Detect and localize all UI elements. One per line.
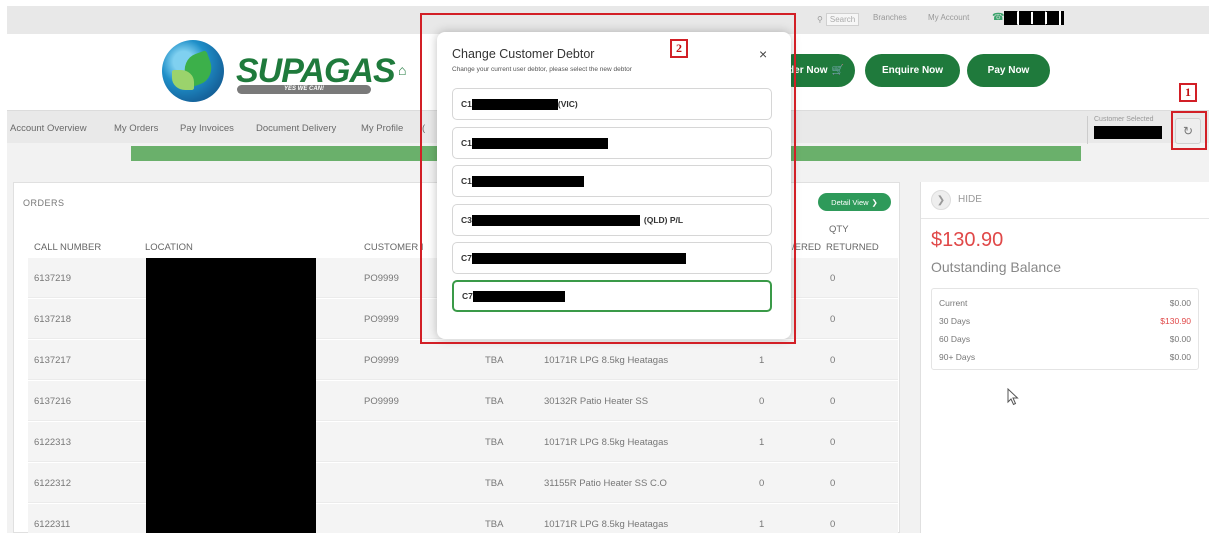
enquire-now-button[interactable]: Enquire Now	[865, 54, 960, 87]
redacted-customer	[1094, 126, 1162, 139]
call-number: 6122313	[34, 437, 71, 448]
annotation-box-refresh	[1171, 111, 1207, 150]
search-input[interactable]: Search	[825, 13, 860, 26]
aging-value: $0.00	[1169, 334, 1191, 344]
customer-po: PO9999	[364, 355, 399, 366]
qty-returned: 0	[830, 519, 836, 530]
aging-table: Current $0.00 30 Days $130.90 60 Days $0…	[931, 288, 1199, 370]
product: 30132R Patio Heater SS	[544, 396, 649, 407]
customer-po: PO9999	[364, 273, 399, 284]
aging-label: 30 Days	[939, 316, 971, 326]
account-summary-panel: ❯ HIDE $130.90 Outstanding Balance Curre…	[920, 182, 1209, 533]
delivery-date: TBA	[485, 519, 504, 530]
phone-icon: ☎	[992, 12, 1005, 23]
outstanding-balance-label: Outstanding Balance	[931, 259, 1061, 275]
qty-returned: 0	[830, 314, 836, 325]
nav-account-overview[interactable]: Account Overview	[10, 123, 87, 134]
qty-delivered: 1	[759, 519, 765, 530]
aging-label: 90+ Days	[939, 352, 976, 362]
call-number: 6137218	[34, 314, 71, 325]
qty-returned: 0	[830, 437, 836, 448]
aging-row: 60 Days $0.00	[939, 334, 1191, 344]
redacted-phone	[1004, 11, 1064, 25]
col-delivered[interactable]: /ERED	[792, 242, 821, 253]
chevron-right-icon[interactable]: ❯	[931, 190, 951, 210]
nav-document-delivery[interactable]: Document Delivery	[256, 123, 336, 134]
aging-row: Current $0.00	[939, 298, 1191, 308]
qty-delivered: 1	[759, 437, 765, 448]
qty-returned: 0	[830, 273, 836, 284]
brand-tagline: YES WE CAN!	[237, 85, 371, 94]
call-number: 6122312	[34, 478, 71, 489]
hide-panel-label[interactable]: HIDE	[958, 194, 982, 205]
divider	[921, 218, 1209, 219]
page: ⚲ Search Branches My Account ☎ SUPAGAS Y…	[7, 6, 1209, 533]
aging-value: $130.90	[1160, 316, 1191, 326]
annotation-box-modal	[420, 13, 796, 344]
home-icon[interactable]: ⌂	[398, 62, 406, 78]
aging-row: 30 Days $130.90	[939, 316, 1191, 326]
pay-now-button[interactable]: Pay Now	[967, 54, 1050, 87]
redacted-locations	[146, 258, 316, 533]
delivery-date: TBA	[485, 478, 504, 489]
call-number: 6137216	[34, 396, 71, 407]
qty-delivered: 0	[759, 478, 765, 489]
customer-po: PO9999	[364, 314, 399, 325]
qty-returned: 0	[830, 478, 836, 489]
qty-returned: 0	[830, 396, 836, 407]
detail-view-label: Detail View	[831, 197, 869, 207]
col-call-number[interactable]: CALL NUMBER	[34, 242, 101, 253]
nav-my-orders[interactable]: My Orders	[114, 123, 158, 134]
search-icon: ⚲	[817, 15, 823, 24]
call-number: 6122311	[34, 519, 71, 530]
delivery-date: TBA	[485, 437, 504, 448]
customer-selected-label: Customer Selected	[1094, 116, 1154, 123]
aging-label: 60 Days	[939, 334, 971, 344]
qty-delivered: 1	[759, 355, 765, 366]
my-account-link[interactable]: My Account	[928, 13, 969, 22]
detail-view-button[interactable]: Detail View ❯	[818, 193, 891, 211]
search-link[interactable]: ⚲ Search	[817, 13, 860, 26]
mouse-cursor-icon	[1007, 388, 1019, 406]
cart-icon: 🛒	[831, 65, 844, 76]
aging-value: $0.00	[1169, 352, 1191, 362]
product: 10171R LPG 8.5kg Heatagas	[544, 437, 669, 448]
col-qty: QTY	[829, 224, 849, 235]
customer-po: PO9999	[364, 396, 399, 407]
call-number: 6137217	[34, 355, 71, 366]
logo-globe-icon[interactable]	[162, 40, 224, 102]
col-location[interactable]: LOCATION	[145, 242, 193, 253]
col-customer[interactable]: CUSTOMER I	[364, 242, 423, 253]
outstanding-balance-amount: $130.90	[931, 229, 1004, 251]
orders-title: ORDERS	[23, 198, 65, 208]
delivery-date: TBA	[485, 396, 504, 407]
product: 10171R LPG 8.5kg Heatagas	[544, 519, 669, 530]
nav-my-profile[interactable]: My Profile	[361, 123, 403, 134]
annotation-label-1: 1	[1179, 83, 1197, 102]
customer-selected: Customer Selected	[1087, 116, 1167, 144]
product: 10171R LPG 8.5kg Heatagas	[544, 355, 669, 366]
chevron-right-icon: ❯	[871, 197, 878, 207]
annotation-label-2: 2	[670, 39, 688, 58]
aging-label: Current	[939, 298, 968, 308]
qty-delivered: 0	[759, 396, 765, 407]
branches-link[interactable]: Branches	[873, 13, 907, 22]
nav-pay-invoices[interactable]: Pay Invoices	[180, 123, 234, 134]
delivery-date: TBA	[485, 355, 504, 366]
aging-row: 90+ Days $0.00	[939, 352, 1191, 362]
qty-returned: 0	[830, 355, 836, 366]
product: 31155R Patio Heater SS C.O	[544, 478, 667, 489]
call-number: 6137219	[34, 273, 71, 284]
col-returned[interactable]: RETURNED	[826, 242, 879, 253]
aging-value: $0.00	[1169, 298, 1191, 308]
